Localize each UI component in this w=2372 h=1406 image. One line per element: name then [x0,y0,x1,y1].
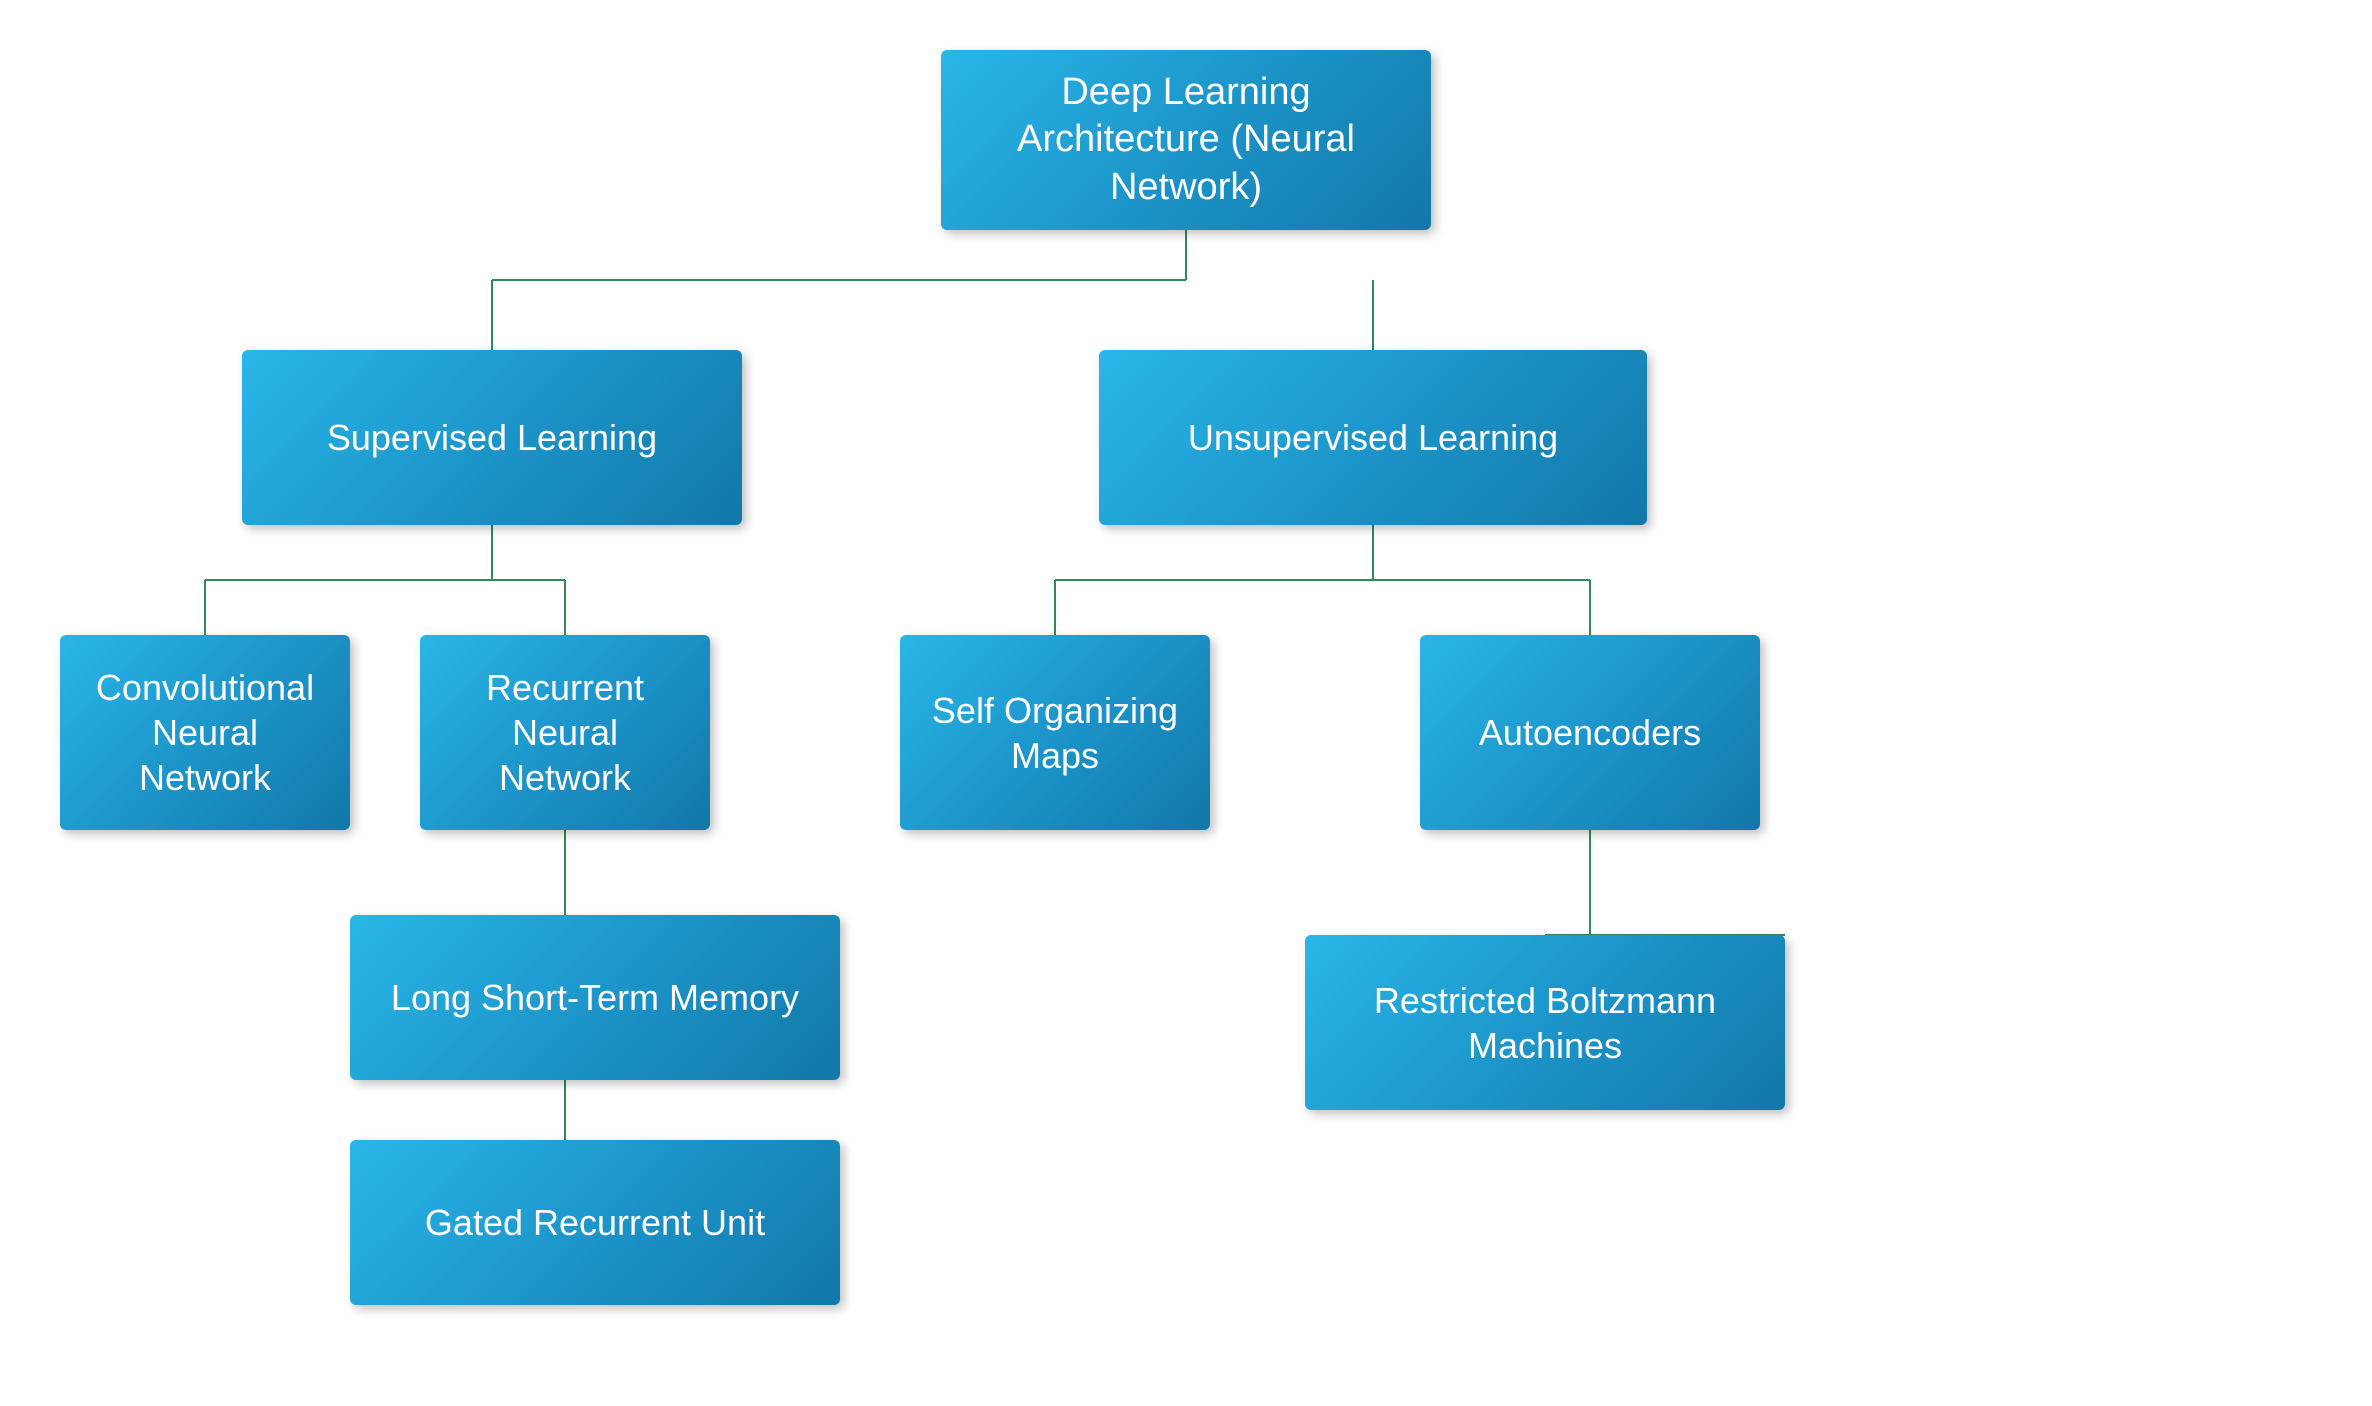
cnn-node: Convolutional Neural Network [60,635,350,830]
lstm-node: Long Short-Term Memory [350,915,840,1080]
autoencoders-node: Autoencoders [1420,635,1760,830]
unsupervised-node: Unsupervised Learning [1099,350,1647,525]
rnn-node: Recurrent Neural Network [420,635,710,830]
diagram: Deep Learning Architecture (Neural Netwo… [0,0,2372,1406]
rbm-node: Restricted Boltzmann Machines [1305,935,1785,1110]
root-node: Deep Learning Architecture (Neural Netwo… [941,50,1431,230]
som-node: Self Organizing Maps [900,635,1210,830]
supervised-node: Supervised Learning [242,350,742,525]
gru-node: Gated Recurrent Unit [350,1140,840,1305]
